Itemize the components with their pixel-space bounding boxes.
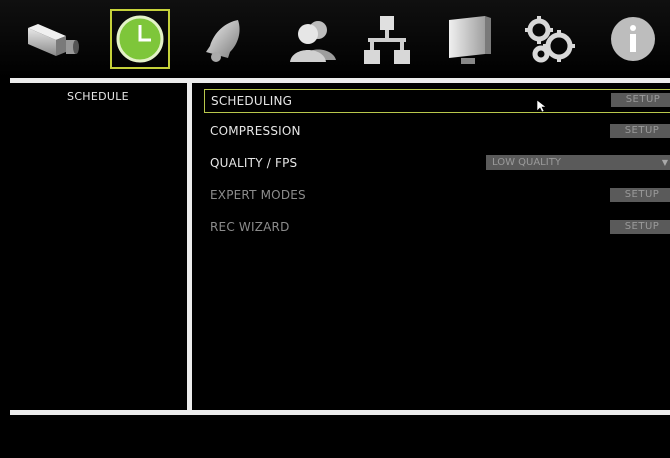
bell-icon[interactable] <box>198 10 256 68</box>
menu-item-compression[interactable]: COMPRESSION SETUP <box>204 120 670 144</box>
quality-dropdown-value: LOW QUALITY <box>492 157 561 168</box>
monitor-icon[interactable] <box>439 10 497 68</box>
quality-dropdown[interactable]: LOW QUALITY ▼ <box>486 155 670 170</box>
compression-setup-button[interactable]: SETUP <box>610 124 670 138</box>
sidebar-divider <box>187 83 192 410</box>
mouse-cursor-icon <box>536 98 548 113</box>
menu-item-quality-fps[interactable]: QUALITY / FPS LOW QUALITY ▼ <box>204 152 670 176</box>
top-divider <box>10 78 670 83</box>
menu-item-label: REC WIZARD <box>210 220 290 234</box>
camera-icon[interactable] <box>22 10 80 68</box>
menu-item-label: EXPERT MODES <box>210 188 306 202</box>
menu-item-label: SCHEDULING <box>211 94 293 108</box>
menu-item-label: COMPRESSION <box>210 124 301 138</box>
network-icon[interactable] <box>358 10 416 68</box>
menu-item-scheduling[interactable]: SCHEDULING SETUP <box>204 89 670 113</box>
info-icon[interactable] <box>604 10 662 68</box>
users-icon[interactable] <box>284 10 342 68</box>
clock-icon[interactable] <box>110 9 170 69</box>
menu-item-expert-modes[interactable]: EXPERT MODES SETUP <box>204 184 670 208</box>
menu-item-rec-wizard[interactable]: REC WIZARD SETUP <box>204 216 670 240</box>
scheduling-setup-button[interactable]: SETUP <box>611 93 670 107</box>
menu-item-label: QUALITY / FPS <box>210 156 298 170</box>
sidebar-title: SCHEDULE <box>67 90 129 103</box>
rec-wizard-setup-button[interactable]: SETUP <box>610 220 670 234</box>
chevron-down-icon: ▼ <box>661 158 668 167</box>
bottom-divider <box>10 410 670 415</box>
expert-modes-setup-button[interactable]: SETUP <box>610 188 670 202</box>
gears-icon[interactable] <box>519 10 577 68</box>
main-toolbar <box>0 0 670 78</box>
